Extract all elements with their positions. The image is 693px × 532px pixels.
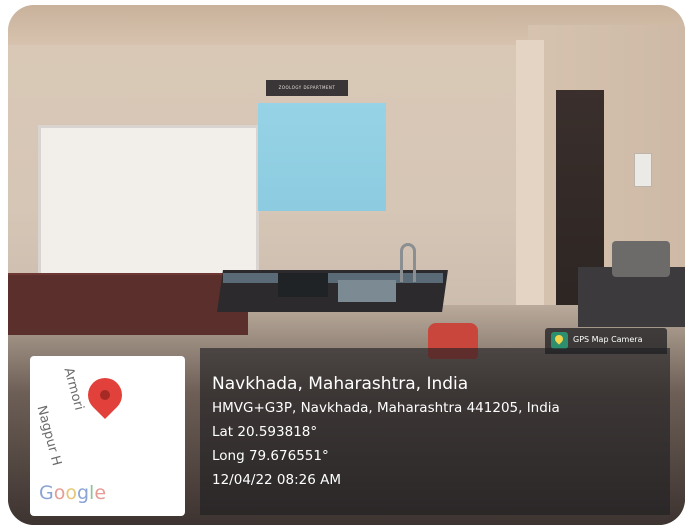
map-thumbnail: Armori Nagpur H Google xyxy=(30,356,185,516)
location-info: Navkhada, Maharashtra, India HMVG+G3P, N… xyxy=(212,372,560,492)
whiteboard xyxy=(38,125,259,281)
longitude: Long 79.676551° xyxy=(212,448,329,464)
counter-machine xyxy=(612,241,670,277)
wall-pillar xyxy=(516,40,544,310)
map-pin-dot xyxy=(100,390,110,400)
latitude: Lat 20.593818° xyxy=(212,424,318,440)
road-label-armori: Armori xyxy=(60,366,87,412)
faucet xyxy=(400,243,416,282)
projector-screen xyxy=(258,103,386,211)
datetime: 12/04/22 08:26 AM xyxy=(212,472,342,488)
sink xyxy=(338,280,396,302)
bench-cabinet xyxy=(278,273,328,297)
road-label-nagpur: Nagpur H xyxy=(33,404,64,468)
place-name: Navkhada, Maharashtra, India xyxy=(212,374,469,394)
department-sign: ZOOLOGY DEPARTMENT xyxy=(266,80,348,96)
address-line: HMVG+G3P, Navkhada, Maharashtra 441205, … xyxy=(212,400,560,416)
google-logo: Google xyxy=(39,482,107,504)
gps-map-camera-label: GPS Map Camera xyxy=(573,335,643,344)
gps-map-camera-icon xyxy=(551,332,568,349)
switchboard xyxy=(634,153,652,187)
lab-table xyxy=(8,275,248,335)
